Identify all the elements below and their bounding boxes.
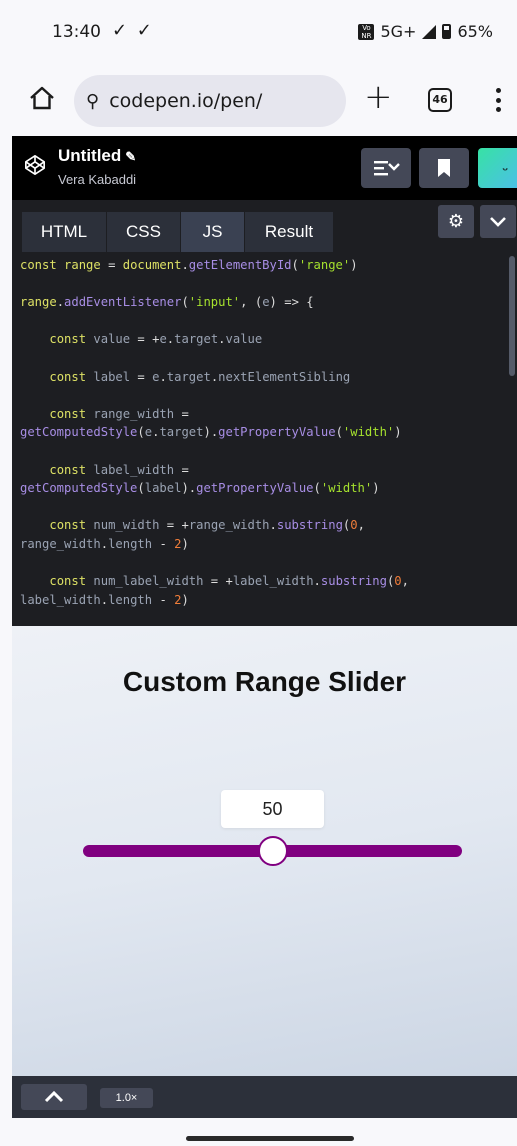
code-line: getComputedStyle(label).getPropertyValue… (20, 481, 380, 496)
chevron-up-icon (44, 1091, 64, 1103)
status-right-cluster: Vo NR 5G+ 65% (358, 22, 493, 41)
tab-switcher-button[interactable]: 46 (428, 88, 452, 112)
more-menu-icon[interactable] (495, 88, 501, 112)
code-line: label_width.length - 2) (20, 592, 189, 607)
codepen-logo-icon[interactable] (24, 154, 46, 176)
browser-toolbar: ⚲ codepen.io/pen/ + 46 (0, 64, 517, 136)
bookmark-button[interactable] (419, 148, 469, 188)
user-avatar[interactable]: ᵕ (478, 148, 517, 188)
tab-result[interactable]: Result (245, 212, 333, 252)
status-time: 13:40 (52, 22, 101, 42)
pen-title[interactable]: Untitled ✎ (58, 146, 136, 166)
code-line: const range_width = (49, 406, 189, 421)
avatar-face-icon: ᵕ (502, 164, 509, 179)
home-icon[interactable] (28, 84, 56, 112)
range-value-label: 50 (221, 790, 324, 828)
editor-scrollbar[interactable] (509, 256, 515, 376)
status-bar: 13:40 ✓ ✓ Vo NR 5G+ 65% (0, 0, 517, 64)
battery-percent: 65% (457, 22, 493, 41)
code-line: const label = e.target.nextElementSiblin… (49, 369, 351, 384)
code-line: range.addEventListener('input', (e) => { (20, 295, 314, 310)
range-slider-thumb[interactable] (257, 836, 288, 866)
url-text: codepen.io/pen/ (109, 90, 263, 112)
new-tab-button[interactable]: + (364, 80, 393, 114)
gesture-nav-area (0, 1118, 517, 1146)
pen-author[interactable]: Vera Kabaddi (58, 172, 136, 187)
pencil-icon[interactable]: ✎ (125, 149, 136, 164)
editor-tabs: HTML CSS JS Result ⚙ (12, 200, 517, 252)
js-code[interactable]: const range = document.getElementById('r… (12, 256, 507, 626)
pen-title-text: Untitled (58, 146, 122, 165)
battery-icon (442, 24, 452, 39)
code-line: const num_label_width = +label_width.sub… (49, 574, 409, 589)
zoom-button[interactable]: 1.0× (100, 1088, 153, 1108)
code-line: const num_width = +range_width.substring… (49, 518, 365, 533)
collapse-chevron-icon[interactable] (480, 205, 516, 238)
network-type: 5G+ (380, 22, 417, 41)
codepen-header: Untitled ✎ Vera Kabaddi ᵕ (12, 136, 517, 200)
gesture-handle[interactable] (186, 1136, 354, 1141)
expand-console-button[interactable] (21, 1084, 87, 1110)
code-line: getComputedStyle(e.target).getPropertyVa… (20, 425, 402, 440)
tab-html[interactable]: HTML (22, 212, 106, 252)
result-preview: Custom Range Slider 50 (12, 626, 517, 1076)
result-title: Custom Range Slider (122, 666, 407, 697)
change-view-button[interactable] (361, 148, 411, 188)
signal-icon (422, 24, 437, 39)
code-line: const label_width = (49, 462, 189, 477)
code-editor: HTML CSS JS Result ⚙ const range = docum… (12, 200, 517, 626)
vonr-badge-icon: Vo NR (358, 23, 375, 40)
code-line: range_width.length - 2) (20, 536, 189, 551)
codepen-footer: 1.0× (12, 1076, 517, 1118)
checkmark-icons: ✓ ✓ (112, 20, 154, 41)
code-line: const range = document.getElementById('r… (20, 258, 358, 272)
settings-gear-icon[interactable]: ⚙ (438, 205, 474, 238)
tab-css[interactable]: CSS (107, 212, 180, 252)
tab-js[interactable]: JS (181, 212, 244, 252)
address-bar[interactable]: ⚲ codepen.io/pen/ (74, 75, 346, 127)
bookmark-icon (438, 159, 450, 177)
layout-icon (374, 161, 400, 176)
code-line: const value = +e.target.value (49, 332, 263, 347)
site-settings-icon[interactable]: ⚲ (86, 91, 99, 112)
